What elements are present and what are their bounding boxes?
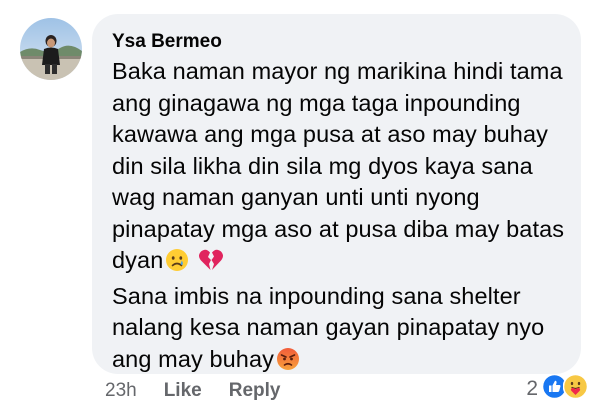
comment-line: ang may buhay — [112, 345, 274, 372]
profile-photo — [20, 18, 82, 80]
comment-line: kawawa ang mga pusa at aso may buhay — [112, 121, 548, 147]
comment-line-with-emoji: ang may buhay — [112, 344, 565, 380]
comment-line-with-emoji: dyan — [112, 245, 565, 281]
angry-face-emoji — [276, 347, 300, 380]
comment-author[interactable]: Ysa Bermeo — [112, 31, 565, 53]
reply-button[interactable]: Reply — [229, 380, 281, 402]
comment-line: nalang kesa naman gayan pinapatay nyo — [112, 314, 545, 340]
comment-line: din sila likha din sila mg dyos kaya san… — [112, 152, 533, 179]
comment-text: Baka naman mayor ng marikina hindi tama … — [112, 56, 565, 379]
comment-line: dyan — [112, 247, 164, 273]
comment-line: pinapatay mga aso at pusa diba may batas — [112, 215, 565, 242]
comment-line: Sana imbis na inpounding sana shelter — [112, 282, 521, 309]
broken-heart-emoji — [198, 248, 224, 281]
reaction-count: 2 — [526, 377, 538, 400]
like-button[interactable]: Like — [164, 380, 202, 402]
avatar[interactable] — [20, 18, 82, 80]
comment-line: Baka naman mayor ng marikina hindi tama — [112, 58, 563, 84]
reaction-summary[interactable]: 2 — [526, 373, 589, 404]
crying-face-emoji — [165, 248, 189, 281]
comment-line: ang ginagawa ng mga taga inpounding — [112, 89, 521, 116]
comment-bubble: Ysa Bermeo Baka naman mayor ng marikina … — [92, 14, 581, 374]
comment-line: wag naman ganyan unti unti nyong — [112, 184, 480, 210]
comment-timestamp[interactable]: 23h — [105, 380, 137, 402]
comment-actions: 23h Like Reply — [105, 376, 280, 406]
care-reaction-icon — [562, 373, 589, 404]
